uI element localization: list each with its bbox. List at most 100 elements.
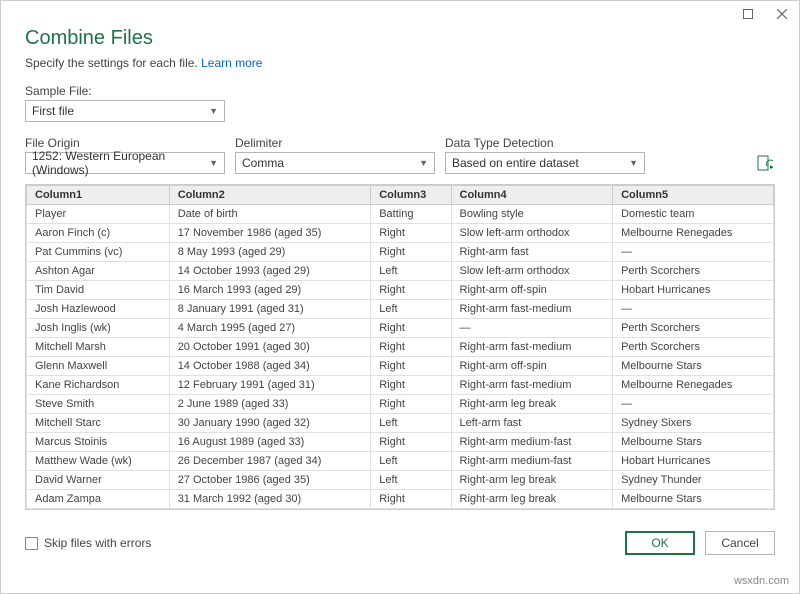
table-cell: Left-arm fast — [451, 414, 613, 433]
column-header[interactable]: Column2 — [169, 186, 371, 205]
datatype-dropdown[interactable]: Based on entire dataset ▼ — [445, 152, 645, 174]
table-row: Marcus Stoinis16 August 1989 (aged 33)Ri… — [27, 433, 774, 452]
table-cell: Mitchell Starc — [27, 414, 170, 433]
close-button[interactable] — [765, 1, 799, 27]
table-cell: Glenn Maxwell — [27, 357, 170, 376]
table-cell: Kane Richardson — [27, 376, 170, 395]
column-header[interactable]: Column4 — [451, 186, 613, 205]
table-cell: Left — [371, 300, 451, 319]
subtitle-text: Specify the settings for each file. — [25, 56, 201, 70]
table-cell: Marcus Stoinis — [27, 433, 170, 452]
table-cell: 31 March 1992 (aged 30) — [169, 490, 371, 509]
column-header[interactable]: Column1 — [27, 186, 170, 205]
table-cell: Right-arm off-spin — [451, 281, 613, 300]
watermark: wsxdn.com — [734, 575, 789, 587]
table-cell: Matthew Wade (wk) — [27, 452, 170, 471]
table-cell: Slow left-arm orthodox — [451, 224, 613, 243]
column-header[interactable]: Column3 — [371, 186, 451, 205]
table-cell: 8 January 1991 (aged 31) — [169, 300, 371, 319]
table-cell: Domestic team — [613, 205, 774, 224]
table-cell: Perth Scorchers — [613, 319, 774, 338]
table-cell: Sydney Thunder — [613, 471, 774, 490]
table-row: Adam Zampa31 March 1992 (aged 30)RightRi… — [27, 490, 774, 509]
table-row: Steve Smith2 June 1989 (aged 33)RightRig… — [27, 395, 774, 414]
table-cell: Steve Smith — [27, 395, 170, 414]
table-cell: — — [451, 319, 613, 338]
table-cell: Right-arm fast-medium — [451, 338, 613, 357]
table-row: Ashton Agar14 October 1993 (aged 29)Left… — [27, 262, 774, 281]
table-cell: 12 February 1991 (aged 31) — [169, 376, 371, 395]
table-cell: 16 March 1993 (aged 29) — [169, 281, 371, 300]
chevron-down-icon: ▼ — [209, 106, 218, 116]
table-cell: Right — [371, 376, 451, 395]
table-cell: Tim David — [27, 281, 170, 300]
table-cell: 14 October 1988 (aged 34) — [169, 357, 371, 376]
table-cell: 14 October 1993 (aged 29) — [169, 262, 371, 281]
table-cell: Bowling style — [451, 205, 613, 224]
table-row: Mitchell Starc30 January 1990 (aged 32) L… — [27, 414, 774, 433]
table-cell: Right-arm leg break — [451, 490, 613, 509]
table-cell: Left — [371, 452, 451, 471]
table-cell: Right — [371, 395, 451, 414]
table-cell: Slow left-arm orthodox — [451, 262, 613, 281]
table-row: Aaron Finch (c)17 November 1986 (aged 35… — [27, 224, 774, 243]
table-cell: Right-arm off-spin — [451, 357, 613, 376]
table-cell: 27 October 1986 (aged 35) — [169, 471, 371, 490]
table-cell: Melbourne Renegades — [613, 376, 774, 395]
table-row: Matthew Wade (wk)26 December 1987 (aged … — [27, 452, 774, 471]
table-cell: Right-arm medium-fast — [451, 452, 613, 471]
table-cell: Melbourne Stars — [613, 357, 774, 376]
skip-files-checkbox[interactable]: Skip files with errors — [25, 536, 151, 550]
column-header[interactable]: Column5 — [613, 186, 774, 205]
table-cell: Right — [371, 357, 451, 376]
datatype-value: Based on entire dataset — [452, 156, 579, 170]
table-cell: — — [613, 243, 774, 262]
table-cell: 30 January 1990 (aged 32) — [169, 414, 371, 433]
checkbox-icon — [25, 537, 38, 550]
table-row: Josh Hazlewood8 January 1991 (aged 31)Le… — [27, 300, 774, 319]
table-cell: Mitchell Marsh — [27, 338, 170, 357]
table-cell: Pat Cummins (vc) — [27, 243, 170, 262]
delimiter-dropdown[interactable]: Comma ▼ — [235, 152, 435, 174]
preview-table: Column1Column2Column3Column4Column5 Play… — [25, 184, 775, 510]
sample-file-dropdown[interactable]: First file ▼ — [25, 100, 225, 122]
skip-files-label: Skip files with errors — [44, 536, 151, 550]
table-cell: David Warner — [27, 471, 170, 490]
cancel-button[interactable]: Cancel — [705, 531, 775, 555]
table-row: Tim David16 March 1993 (aged 29)RightRig… — [27, 281, 774, 300]
table-cell: Hobart Hurricanes — [613, 452, 774, 471]
table-cell: Adam Zampa — [27, 490, 170, 509]
table-cell: Sydney Sixers — [613, 414, 774, 433]
table-cell: Melbourne Stars — [613, 490, 774, 509]
table-cell: Date of birth — [169, 205, 371, 224]
table-row: Glenn Maxwell14 October 1988 (aged 34)Ri… — [27, 357, 774, 376]
maximize-button[interactable] — [731, 1, 765, 27]
table-cell: Right-arm fast-medium — [451, 376, 613, 395]
datatype-label: Data Type Detection — [445, 136, 645, 150]
refresh-icon[interactable] — [755, 154, 775, 174]
table-cell: 17 November 1986 (aged 35) — [169, 224, 371, 243]
file-origin-label: File Origin — [25, 136, 225, 150]
table-cell: 8 May 1993 (aged 29) — [169, 243, 371, 262]
table-cell: Ashton Agar — [27, 262, 170, 281]
table-cell: Perth Scorchers — [613, 338, 774, 357]
table-cell: Right-arm leg break — [451, 471, 613, 490]
table-cell: Right-arm leg break — [451, 395, 613, 414]
table-cell: Josh Hazlewood — [27, 300, 170, 319]
table-row: Kane Richardson12 February 1991 (aged 31… — [27, 376, 774, 395]
table-cell: Right-arm medium-fast — [451, 433, 613, 452]
sample-file-label: Sample File: — [25, 84, 775, 98]
table-cell: — — [613, 300, 774, 319]
table-cell: Perth Scorchers — [613, 262, 774, 281]
table-cell: Right — [371, 243, 451, 262]
ok-button[interactable]: OK — [625, 531, 695, 555]
file-origin-dropdown[interactable]: 1252: Western European (Windows) ▼ — [25, 152, 225, 174]
table-cell: Aaron Finch (c) — [27, 224, 170, 243]
table-cell: Right — [371, 319, 451, 338]
table-cell: Right-arm fast — [451, 243, 613, 262]
learn-more-link[interactable]: Learn more — [201, 56, 262, 70]
sample-file-value: First file — [32, 104, 74, 118]
chevron-down-icon: ▼ — [629, 158, 638, 168]
table-cell: Right — [371, 224, 451, 243]
table-cell: Hobart Hurricanes — [613, 281, 774, 300]
